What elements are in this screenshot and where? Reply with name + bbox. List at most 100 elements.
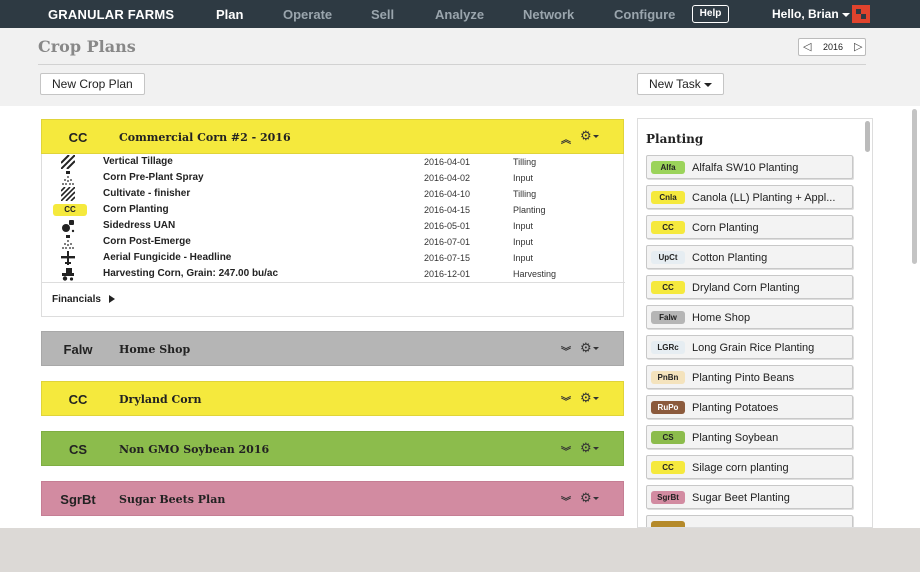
chevron-right-icon[interactable]: ▷ [854,40,862,53]
task-row[interactable]: Corn Pre-Plant Spray 2016-04-02 Input [42,170,625,186]
panel-scrollbar[interactable] [865,121,870,152]
page-title: Crop Plans [38,37,136,56]
header-divider [38,64,866,65]
task-row[interactable]: Harvesting Corn, Grain: 247.00 bu/ac 201… [42,266,625,282]
task-date: 2016-04-15 [424,205,471,215]
template-label: Canola (LL) Planting + Appl... [692,192,836,204]
task-row[interactable]: Vertical Tillage 2016-04-01 Tilling [42,154,625,170]
task-name: Aerial Fungicide - Headline [103,252,232,263]
crop-badge: CC [651,461,685,474]
fertilizer-icon [51,219,85,233]
template-item[interactable]: PnBn Planting Pinto Beans [646,365,853,389]
gear-icon[interactable]: ⚙ [580,390,599,406]
plans-area: Vertical Tillage 2016-04-01 Tilling Corn… [0,106,920,528]
plan-header-soybean[interactable]: CS Non GMO Soybean 2016 ︾ ⚙ [41,431,624,466]
nav-configure[interactable]: Configure [614,7,675,22]
tillage-icon [51,154,85,170]
template-item[interactable]: RuPo Planting Potatoes [646,395,853,419]
new-task-label: New Task [649,77,701,91]
tillage-icon [51,186,85,202]
help-button[interactable]: Help [692,5,729,23]
task-type: Input [513,221,534,231]
chevron-left-icon[interactable]: ◁ [803,40,811,53]
user-greeting: Hello, Brian [772,7,839,21]
plan-header-sugar-beets[interactable]: SgrBt Sugar Beets Plan ︾ ⚙ [41,481,624,516]
nav-sell[interactable]: Sell [371,7,394,22]
task-name: Cultivate - finisher [103,188,191,199]
spray-icon [51,235,85,249]
task-templates-panel: Planting Alfa Alfalfa SW10 Planting Cnla… [637,118,873,528]
crop-badge: Falw [651,311,685,324]
crop-badge: RuPo [651,401,685,414]
expand-icon[interactable]: ︾ [561,443,571,458]
task-date: 2016-12-01 [424,269,471,279]
expand-icon[interactable]: ︾ [561,393,571,408]
nav-operate[interactable]: Operate [283,7,332,22]
plan-header-dryland-corn[interactable]: CC Dryland Corn ︾ ⚙ [41,381,624,416]
template-label: Long Grain Rice Planting [692,342,815,354]
template-item[interactable]: CC Corn Planting [646,215,853,239]
plan-name: Sugar Beets Plan [119,493,226,506]
expand-icon[interactable]: ︾ [561,343,571,358]
crop-badge: Alfa [651,161,685,174]
task-date: 2016-04-01 [424,157,471,167]
plane-icon [51,251,85,265]
template-label: Planting Pinto Beans [692,372,795,384]
nav-plan[interactable]: Plan [216,7,243,22]
template-label: Planting Soybean [692,432,779,444]
task-row[interactable]: Aerial Fungicide - Headline 2016-07-15 I… [42,250,625,266]
new-crop-plan-button[interactable]: New Crop Plan [40,73,145,95]
crop-badge: PnBn [651,371,685,384]
chevron-down-icon [703,82,712,87]
task-row[interactable]: Sidedress UAN 2016-05-01 Input [42,218,625,234]
template-item[interactable]: CC Silage corn planting [646,455,853,479]
harvester-icon [51,267,85,281]
template-item[interactable]: LGRc Long Grain Rice Planting [646,335,853,359]
plan-code: SgrBt [60,492,96,507]
expand-icon[interactable]: ︾ [561,493,571,508]
gear-icon[interactable]: ⚙ [580,440,599,456]
plan-name: Non GMO Soybean 2016 [119,443,270,456]
task-row[interactable]: Cultivate - finisher 2016-04-10 Tilling [42,186,625,202]
plan-task-list: Vertical Tillage 2016-04-01 Tilling Corn… [41,154,625,317]
granular-logo-icon[interactable] [852,5,870,23]
template-item[interactable]: Falw Home Shop [646,305,853,329]
task-row[interactable]: CC Corn Planting 2016-04-15 Planting [42,202,625,218]
new-task-button[interactable]: New Task [637,73,724,95]
task-name: Vertical Tillage [103,156,173,167]
nav-network[interactable]: Network [523,7,574,22]
task-date: 2016-04-02 [424,173,471,183]
task-type: Input [513,173,534,183]
crop-badge: CS [651,431,685,444]
financials-label: Financials [52,294,101,305]
brand-logo-text[interactable]: GRANULAR FARMS [48,7,174,22]
main-scrollbar[interactable] [912,109,917,264]
crop-badge: CC [53,204,87,216]
plan-code: CS [68,442,88,457]
user-menu[interactable]: Hello, Brian [772,7,850,21]
template-item[interactable]: CC Dryland Corn Planting [646,275,853,299]
gear-icon[interactable]: ⚙ [580,340,599,356]
plan-header-home-shop[interactable]: Falw Home Shop ︾ ⚙ [41,331,624,366]
task-type: Tilling [513,189,537,199]
crop-badge: CC [651,221,685,234]
template-label: Sugar Beet Planting [692,492,790,504]
template-item[interactable]: SgrBt Sugar Beet Planting [646,485,853,509]
year-value: 2016 [822,42,844,52]
template-item[interactable]: Cnla Canola (LL) Planting + Appl... [646,185,853,209]
task-date: 2016-07-15 [424,253,471,263]
template-item[interactable]: UpCt Cotton Planting [646,245,853,269]
template-label: Planting Potatoes [692,402,779,414]
expand-arrow-icon [108,295,115,304]
task-row[interactable]: Corn Post-Emerge 2016-07-01 Input [42,234,625,250]
gear-icon[interactable]: ⚙ [580,490,599,506]
template-item[interactable] [646,515,853,527]
template-item[interactable]: CS Planting Soybean [646,425,853,449]
template-item[interactable]: Alfa Alfalfa SW10 Planting [646,155,853,179]
nav-analyze[interactable]: Analyze [435,7,484,22]
template-label: Home Shop [692,312,751,324]
task-type: Harvesting [513,269,557,279]
financials-toggle[interactable]: Financials [52,294,115,305]
task-name: Corn Planting [103,204,169,215]
panel-title: Planting [646,132,704,146]
